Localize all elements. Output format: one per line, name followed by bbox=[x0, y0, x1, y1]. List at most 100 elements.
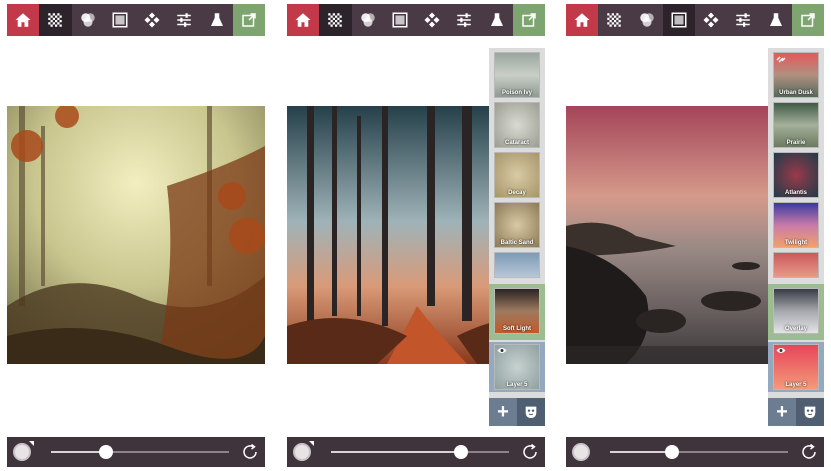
effects-button[interactable] bbox=[136, 4, 168, 36]
refresh-icon[interactable] bbox=[800, 443, 818, 461]
slider-fill bbox=[331, 451, 461, 453]
texture-label: Poison Ivy bbox=[501, 90, 532, 96]
frame-button[interactable] bbox=[104, 4, 136, 36]
home-button[interactable] bbox=[7, 4, 40, 36]
texture-label: Atlantis bbox=[784, 190, 807, 196]
active-texture-thumb[interactable]: Overlay bbox=[773, 288, 819, 334]
lab-icon bbox=[769, 13, 782, 26]
refresh-icon[interactable] bbox=[521, 443, 539, 461]
adjust-button[interactable] bbox=[727, 4, 759, 36]
effects-icon bbox=[424, 12, 440, 28]
slider-fill bbox=[610, 451, 673, 453]
photo-canvas[interactable] bbox=[7, 36, 265, 436]
effects-icon bbox=[703, 12, 719, 28]
export-button[interactable] bbox=[232, 4, 265, 36]
texture-thumb[interactable]: Atlantis bbox=[773, 152, 819, 198]
lab-icon bbox=[490, 13, 503, 26]
refresh-icon[interactable] bbox=[241, 443, 259, 461]
texture-panel: Urban Dusk Prairie Atlantis Twilight Ove… bbox=[768, 48, 824, 426]
adjust-icon bbox=[457, 13, 472, 27]
texture-label: Decay bbox=[508, 190, 526, 196]
texture-thumb[interactable] bbox=[494, 252, 540, 278]
texture-thumb[interactable]: Twilight bbox=[773, 202, 819, 248]
frame-icon bbox=[112, 12, 128, 28]
lab-button[interactable] bbox=[201, 4, 233, 36]
texture-thumb[interactable]: Poison Ivy bbox=[494, 52, 540, 98]
opacity-slider[interactable] bbox=[331, 445, 509, 459]
adjust-icon bbox=[177, 13, 192, 27]
corner-indicator bbox=[309, 441, 314, 446]
texture-label: Twilight bbox=[784, 240, 808, 246]
blend-button[interactable] bbox=[631, 4, 663, 36]
home-icon bbox=[295, 13, 311, 27]
frame-button[interactable] bbox=[384, 4, 416, 36]
slider-thumb[interactable] bbox=[453, 445, 468, 459]
blend-icon bbox=[360, 13, 375, 27]
active-texture-thumb[interactable]: Soft Light bbox=[494, 288, 540, 334]
eye-icon[interactable] bbox=[776, 347, 786, 354]
layer-thumb[interactable]: Layer 5 bbox=[494, 344, 540, 390]
texture-label: Prairie bbox=[786, 140, 806, 146]
texture-thumb[interactable]: Prairie bbox=[773, 102, 819, 148]
texture-thumb[interactable]: Cataract bbox=[494, 102, 540, 148]
home-icon bbox=[574, 13, 590, 27]
mask-icon bbox=[804, 406, 816, 418]
texture-thumb[interactable] bbox=[773, 252, 819, 278]
screen-forest-mist bbox=[7, 0, 265, 471]
adjust-button[interactable] bbox=[168, 4, 200, 36]
opacity-slider[interactable] bbox=[51, 445, 229, 459]
blend-button[interactable] bbox=[72, 4, 104, 36]
texture-label: Cataract bbox=[504, 140, 529, 146]
mask-button[interactable] bbox=[796, 398, 824, 426]
mask-button[interactable] bbox=[517, 398, 545, 426]
frame-icon bbox=[671, 12, 687, 28]
link-icon bbox=[776, 56, 786, 63]
export-icon bbox=[242, 13, 256, 27]
panel-actions: + bbox=[768, 398, 824, 426]
texture-label: Soft Light bbox=[503, 326, 531, 332]
corner-indicator bbox=[29, 441, 34, 446]
slider-thumb[interactable] bbox=[99, 445, 114, 459]
blend-icon bbox=[80, 13, 95, 27]
home-button[interactable] bbox=[566, 4, 599, 36]
slider-fill bbox=[51, 451, 107, 453]
texture-button[interactable] bbox=[39, 4, 72, 36]
texture-thumb[interactable]: Decay bbox=[494, 152, 540, 198]
mask-toggle-button[interactable] bbox=[572, 443, 590, 461]
add-layer-button[interactable]: + bbox=[768, 398, 796, 426]
mask-toggle-button[interactable] bbox=[13, 443, 31, 461]
texture-icon bbox=[48, 13, 63, 27]
eye-icon[interactable] bbox=[497, 347, 507, 354]
export-button[interactable] bbox=[512, 4, 545, 36]
layer-thumb[interactable]: Layer 5 bbox=[773, 344, 819, 390]
texture-thumb[interactable]: Urban Dusk bbox=[773, 52, 819, 98]
texture-panel: Poison Ivy Cataract Decay Baltic Sand So… bbox=[489, 48, 545, 426]
bottom-bar bbox=[566, 437, 824, 467]
texture-thumb[interactable]: Baltic Sand bbox=[494, 202, 540, 248]
opacity-slider[interactable] bbox=[610, 445, 788, 459]
effects-button[interactable] bbox=[416, 4, 448, 36]
slider-thumb[interactable] bbox=[665, 445, 680, 459]
effects-button[interactable] bbox=[695, 4, 727, 36]
add-layer-button[interactable]: + bbox=[489, 398, 517, 426]
lab-button[interactable] bbox=[481, 4, 513, 36]
forest-mist-photo bbox=[7, 106, 265, 364]
top-toolbar bbox=[566, 4, 824, 36]
export-button[interactable] bbox=[791, 4, 824, 36]
texture-label: Overlay bbox=[784, 326, 808, 332]
export-icon bbox=[522, 13, 536, 27]
home-button[interactable] bbox=[287, 4, 320, 36]
mask-toggle-button[interactable] bbox=[293, 443, 311, 461]
texture-button[interactable] bbox=[319, 4, 352, 36]
mask-icon bbox=[525, 406, 537, 418]
blend-button[interactable] bbox=[352, 4, 384, 36]
frame-button[interactable] bbox=[662, 4, 695, 36]
lab-button[interactable] bbox=[760, 4, 792, 36]
top-toolbar bbox=[287, 4, 545, 36]
texture-button[interactable] bbox=[598, 4, 630, 36]
export-icon bbox=[801, 13, 815, 27]
adjust-button[interactable] bbox=[448, 4, 480, 36]
texture-label: Urban Dusk bbox=[779, 90, 813, 96]
screen-coast-dusk: Urban Dusk Prairie Atlantis Twilight Ove… bbox=[566, 0, 824, 471]
blend-icon bbox=[639, 13, 654, 27]
